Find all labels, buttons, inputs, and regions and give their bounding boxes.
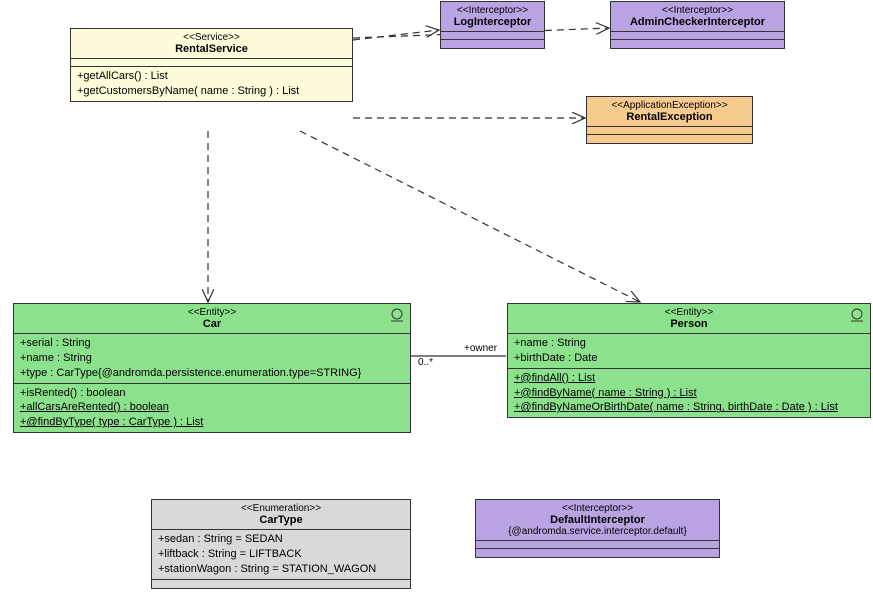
class-name: DefaultInterceptor bbox=[482, 514, 713, 526]
class-loginterceptor: <<Interceptor>> LogInterceptor bbox=[440, 1, 545, 49]
class-name: LogInterceptor bbox=[447, 16, 538, 28]
class-header: <<Interceptor>> AdminCheckerInterceptor bbox=[611, 2, 784, 32]
class-rentalexception: <<ApplicationException>> RentalException bbox=[586, 96, 753, 144]
attr-row: +sedan : String = SEDAN bbox=[158, 532, 404, 547]
class-name: RentalService bbox=[77, 43, 346, 55]
attr-row: +type : CarType{@andromda.persistence.en… bbox=[20, 366, 404, 381]
attr-row: +liftback : String = LIFTBACK bbox=[158, 547, 404, 562]
attr-row: +stationWagon : String = STATION_WAGON bbox=[158, 562, 404, 577]
ops-section: +@findAll() : List +@findByName( name : … bbox=[508, 369, 870, 418]
stereotype-label: <<ApplicationException>> bbox=[593, 100, 746, 111]
attr-row: +serial : String bbox=[20, 336, 404, 351]
class-header: <<Entity>> Person bbox=[508, 304, 870, 334]
op-row: +isRented() : boolean bbox=[20, 386, 404, 401]
stereotype-label: <<Enumeration>> bbox=[158, 503, 404, 514]
class-header: <<ApplicationException>> RentalException bbox=[587, 97, 752, 127]
ops-section: +getAllCars() : List +getCustomersByName… bbox=[71, 67, 352, 101]
ops-section bbox=[441, 40, 544, 48]
op-row: +@findByName( name : String ) : List bbox=[514, 386, 864, 401]
attr-section bbox=[587, 127, 752, 135]
assoc-owner-label: +owner bbox=[464, 343, 497, 354]
stereotype-label: <<Interceptor>> bbox=[482, 503, 713, 514]
stereotype-label: <<Service>> bbox=[77, 32, 346, 43]
class-car: <<Entity>> Car +serial : String +name : … bbox=[13, 303, 411, 433]
attr-section bbox=[71, 59, 352, 67]
stereotype-label: <<Entity>> bbox=[514, 307, 864, 318]
dep-service-person bbox=[300, 131, 640, 302]
class-person: <<Entity>> Person +name : String +birthD… bbox=[507, 303, 871, 418]
class-name: Person bbox=[514, 318, 864, 330]
attr-section bbox=[441, 32, 544, 40]
stereotype-label: <<Entity>> bbox=[20, 307, 404, 318]
attr-section: +name : String +birthDate : Date bbox=[508, 334, 870, 369]
stereotype-label: <<Interceptor>> bbox=[617, 5, 778, 16]
op-row: +getCustomersByName( name : String ) : L… bbox=[77, 84, 346, 99]
class-defaultinterceptor: <<Interceptor>> DefaultInterceptor {@and… bbox=[475, 499, 720, 558]
class-header: <<Entity>> Car bbox=[14, 304, 410, 334]
ops-section bbox=[152, 580, 410, 588]
class-name: CarType bbox=[158, 514, 404, 526]
stereotype-label: <<Interceptor>> bbox=[447, 5, 538, 16]
class-name: AdminCheckerInterceptor bbox=[617, 16, 778, 28]
op-row: +allCarsAreRented() : boolean bbox=[20, 400, 404, 415]
class-admincheckerinterceptor: <<Interceptor>> AdminCheckerInterceptor bbox=[610, 1, 785, 49]
attr-row: +name : String bbox=[20, 351, 404, 366]
class-name: RentalException bbox=[593, 111, 746, 123]
class-rentalservice: <<Service>> RentalService +getAllCars() … bbox=[70, 28, 353, 102]
class-header: <<Interceptor>> LogInterceptor bbox=[441, 2, 544, 32]
op-row: +@findByNameOrBirthDate( name : String, … bbox=[514, 400, 864, 415]
attr-section: +serial : String +name : String +type : … bbox=[14, 334, 410, 384]
attr-row: +birthDate : Date bbox=[514, 351, 864, 366]
ops-section bbox=[611, 40, 784, 48]
class-header: <<Enumeration>> CarType bbox=[152, 500, 410, 530]
class-header: <<Interceptor>> DefaultInterceptor {@and… bbox=[476, 500, 719, 541]
constraint-label: {@andromda.service.interceptor.default} bbox=[482, 526, 713, 537]
op-row: +@findByType( type : CarType ) : List bbox=[20, 415, 404, 430]
attr-section bbox=[611, 32, 784, 40]
attr-section bbox=[476, 541, 719, 549]
dep-service-loginterceptor bbox=[353, 30, 439, 40]
op-row: +getAllCars() : List bbox=[77, 69, 346, 84]
attr-section: +sedan : String = SEDAN +liftback : Stri… bbox=[152, 530, 410, 580]
class-header: <<Service>> RentalService bbox=[71, 29, 352, 59]
ops-section: +isRented() : boolean +allCarsAreRented(… bbox=[14, 384, 410, 433]
ops-section bbox=[476, 549, 719, 557]
assoc-mult-label: 0..* bbox=[418, 357, 433, 368]
ops-section bbox=[587, 135, 752, 143]
attr-row: +name : String bbox=[514, 336, 864, 351]
op-row: +@findAll() : List bbox=[514, 371, 864, 386]
entity-icon bbox=[390, 308, 404, 322]
class-cartype: <<Enumeration>> CarType +sedan : String … bbox=[151, 499, 411, 589]
entity-icon bbox=[850, 308, 864, 322]
class-name: Car bbox=[20, 318, 404, 330]
